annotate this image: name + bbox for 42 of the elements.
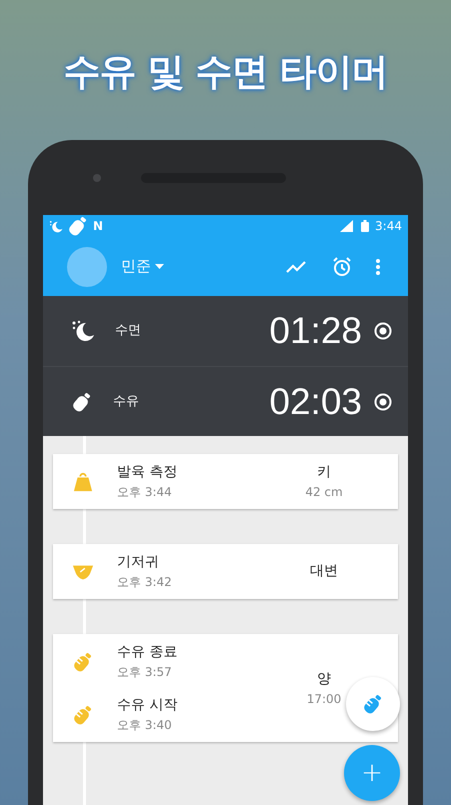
event-value: 양	[317, 670, 331, 688]
more-icon	[376, 258, 380, 274]
event-card[interactable]: 수유 종료 오후 3:57 수유 시작 오후 3:40 양 17:00	[53, 634, 398, 742]
notification-letter: N	[93, 218, 104, 235]
timer-label: 수유	[113, 392, 139, 411]
event-value: 키	[317, 463, 331, 482]
weight-icon	[72, 472, 94, 492]
record-icon	[374, 322, 392, 340]
event-detail: 42 cm	[305, 484, 343, 501]
bottle-icon	[71, 390, 93, 412]
event-card[interactable]: 기저귀 오후 3:42 대변	[53, 544, 398, 599]
event-title: 수유 종료	[117, 643, 178, 662]
timer-time: 01:28	[269, 309, 362, 354]
event-time: 오후 3:42	[117, 574, 172, 591]
bottle-icon	[362, 693, 384, 715]
caret-icon	[155, 264, 164, 269]
event-card[interactable]: 발육 측정 오후 3:44 키 42 cm	[53, 454, 398, 509]
bottle-icon	[67, 215, 89, 237]
battery-icon	[361, 220, 370, 232]
status-time: 3:44	[375, 218, 402, 235]
event-value: 대변	[310, 562, 338, 581]
bottle-icon	[72, 704, 94, 726]
moon-stars-icon	[71, 320, 95, 342]
signal-icon	[340, 220, 354, 232]
event-title: 기저귀	[117, 553, 160, 572]
timer-row[interactable]: 수유 02:03	[43, 366, 408, 436]
trend-line-icon	[286, 260, 306, 272]
diaper-icon	[72, 562, 94, 580]
moon-stars-icon	[49, 220, 63, 232]
event-detail: 17:00	[306, 690, 342, 708]
alarm-clock-icon	[332, 256, 352, 276]
headline: 수유 및 수면 타이머	[63, 49, 388, 95]
event-title: 발육 측정	[117, 463, 178, 482]
bottle-icon	[72, 650, 94, 672]
event-time: 오후 3:44	[117, 484, 173, 501]
record-icon	[374, 392, 392, 410]
event-time: 오후 3:40	[117, 717, 173, 734]
event-time: 오후 3:57	[117, 664, 173, 681]
event-title: 수유 시작	[117, 696, 178, 715]
timer-label: 수면	[115, 322, 141, 340]
timer-time: 02:03	[269, 380, 362, 424]
timer-row[interactable]: 수면 01:28	[43, 296, 408, 366]
